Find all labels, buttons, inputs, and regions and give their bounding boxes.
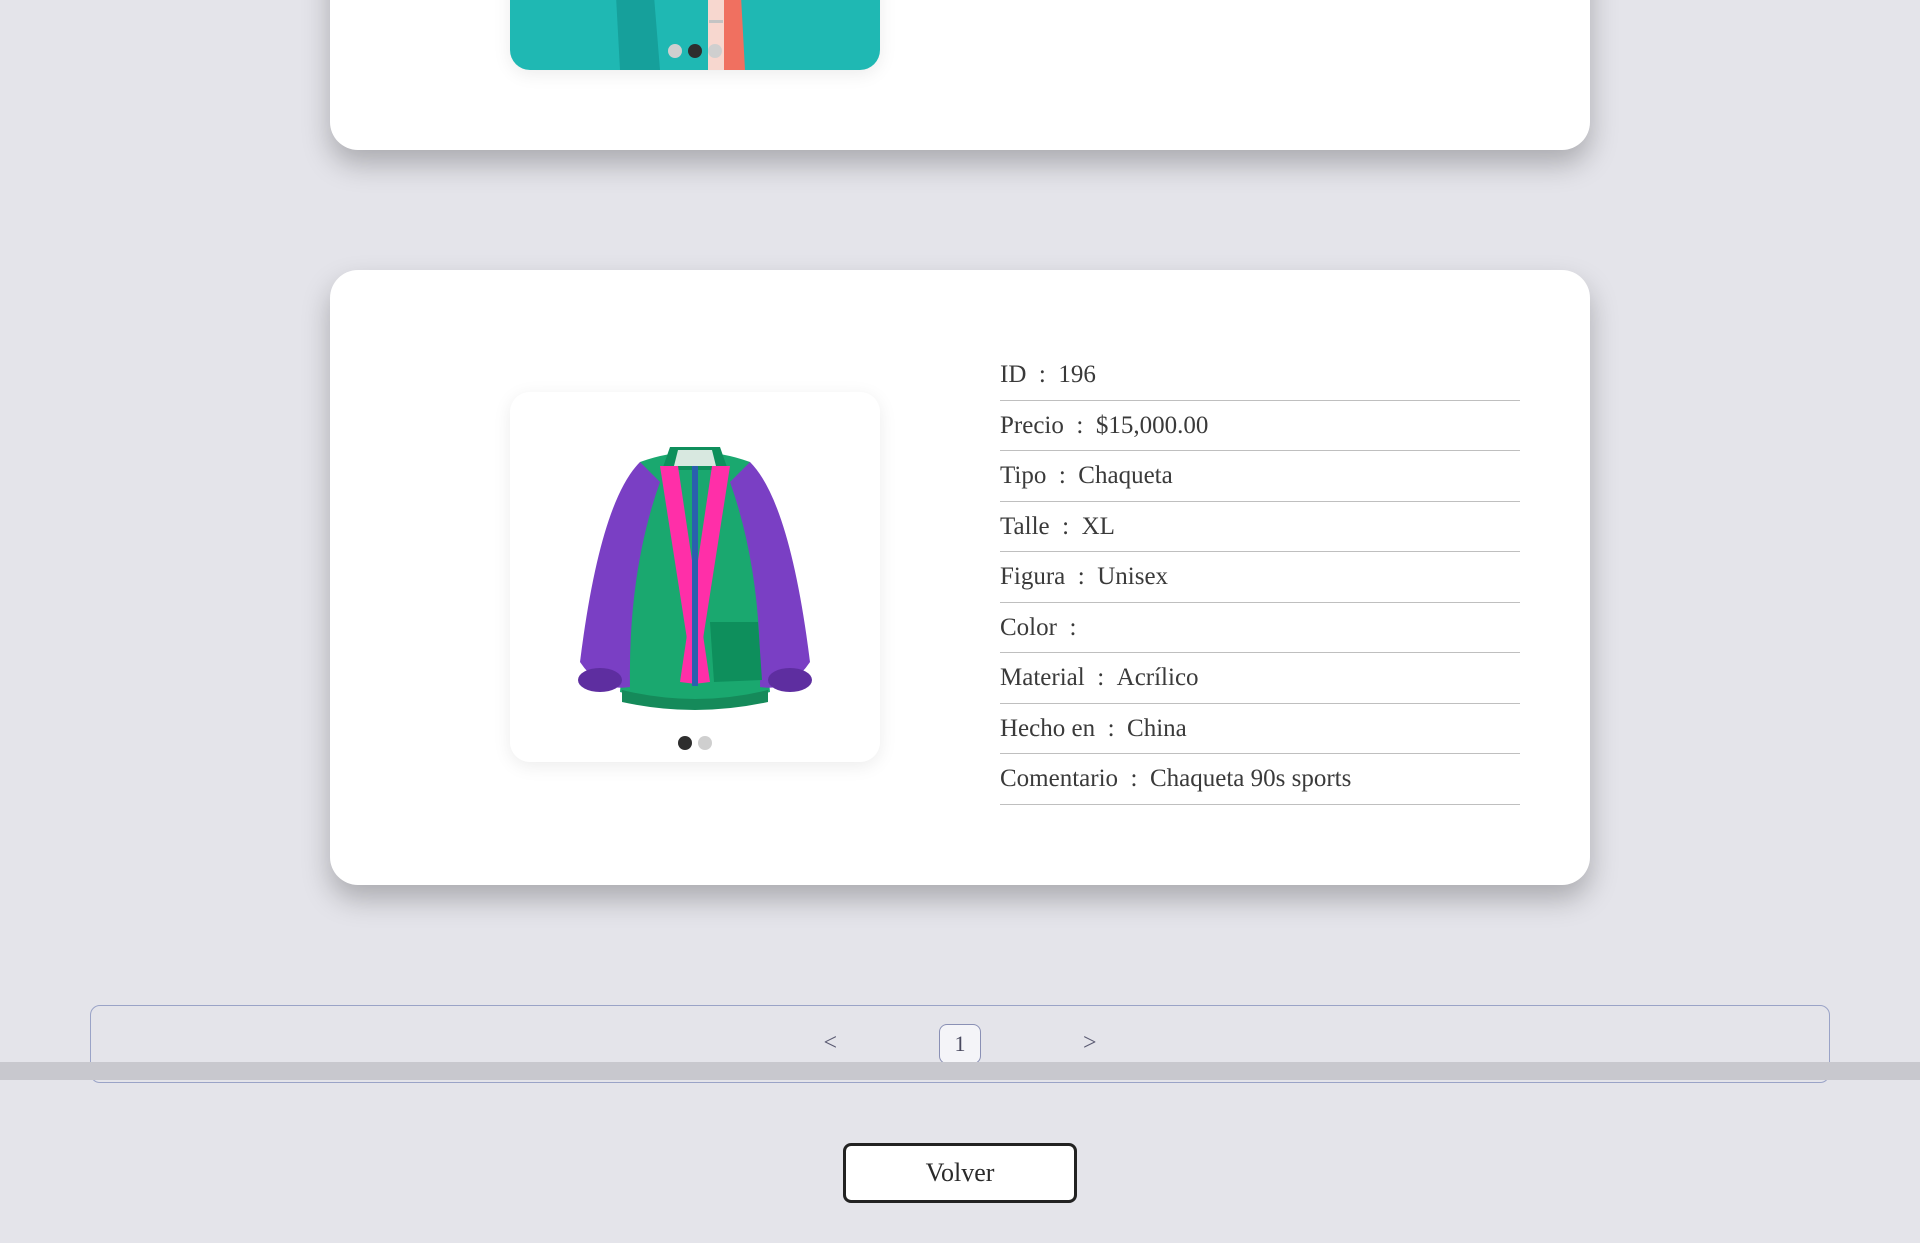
detail-precio: Precio : $15,000.00 [1000, 401, 1520, 452]
detail-separator: : [1065, 558, 1097, 596]
carousel-dots [510, 44, 880, 58]
product-image-carousel[interactable] [510, 0, 880, 70]
detail-value: Unisex [1097, 558, 1168, 596]
jacket-image [510, 0, 880, 70]
detail-label: Hecho en [1000, 710, 1095, 748]
detail-value: $15,000.00 [1096, 407, 1209, 445]
detail-hecho-en: Hecho en : China [1000, 704, 1520, 755]
detail-comentario: Comentario : Chaqueta 90s sports [1000, 754, 1520, 805]
product-card: Comentario : Chaqueta 90 deportiva [330, 0, 1590, 150]
carousel-dot[interactable] [688, 44, 702, 58]
detail-value: Chaqueta 90s sports [1150, 760, 1351, 798]
detail-separator: : [1118, 760, 1150, 798]
carousel-dot[interactable] [708, 44, 722, 58]
detail-label: Comentario [1000, 760, 1118, 798]
detail-material: Material : Acrílico [1000, 653, 1520, 704]
detail-separator: : [1026, 356, 1058, 394]
carousel-dot[interactable] [668, 44, 682, 58]
product-details: ID : 196 Precio : $15,000.00 Tipo : Chaq… [1000, 350, 1520, 805]
detail-value: Acrílico [1117, 659, 1199, 697]
carousel-dot[interactable] [698, 736, 712, 750]
detail-tipo: Tipo : Chaqueta [1000, 451, 1520, 502]
carousel-dot[interactable] [678, 736, 692, 750]
product-card: ID : 196 Precio : $15,000.00 Tipo : Chaq… [330, 270, 1590, 885]
detail-talle: Talle : XL [1000, 502, 1520, 553]
jacket-image [510, 392, 880, 762]
next-page-button[interactable]: > [1071, 1026, 1109, 1061]
prev-page-button[interactable]: < [811, 1026, 849, 1061]
detail-label: ID [1000, 356, 1026, 394]
detail-separator: : [1095, 710, 1127, 748]
detail-label: Tipo [1000, 457, 1046, 495]
detail-label: Precio [1000, 407, 1064, 445]
detail-separator: : [1064, 407, 1096, 445]
back-button[interactable]: Volver [843, 1143, 1078, 1203]
current-page-number[interactable]: 1 [939, 1024, 981, 1064]
detail-separator: : [1057, 609, 1089, 647]
detail-value: China [1127, 710, 1187, 748]
detail-label: Figura [1000, 558, 1065, 596]
detail-value: 196 [1058, 356, 1096, 394]
horizontal-scrollbar[interactable] [0, 1062, 1920, 1080]
detail-value: XL [1082, 508, 1115, 546]
detail-id: ID : 196 [1000, 350, 1520, 401]
detail-separator: : [1046, 457, 1078, 495]
detail-figura: Figura : Unisex [1000, 552, 1520, 603]
detail-label: Material [1000, 659, 1085, 697]
detail-value: Chaqueta [1078, 457, 1172, 495]
detail-color: Color : [1000, 603, 1520, 654]
detail-label: Color [1000, 609, 1057, 647]
carousel-dots [510, 736, 880, 750]
product-image-carousel[interactable] [510, 392, 880, 762]
detail-separator: : [1050, 508, 1082, 546]
detail-separator: : [1085, 659, 1117, 697]
detail-label: Talle [1000, 508, 1050, 546]
